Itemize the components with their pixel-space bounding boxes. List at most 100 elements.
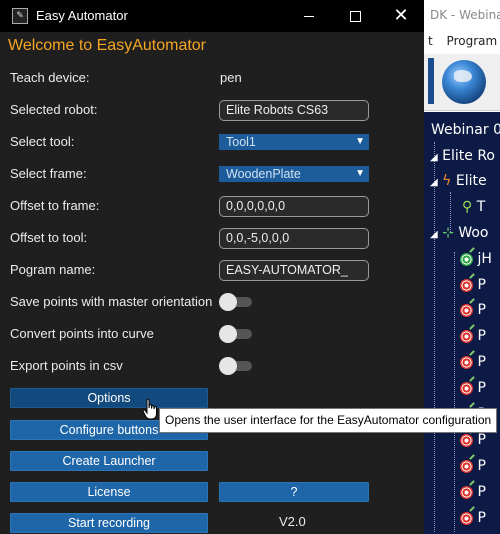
maximize-button[interactable] [332, 0, 378, 32]
tree-target[interactable]: P [460, 380, 486, 396]
version-label: V2.0 [279, 514, 306, 529]
tree-target[interactable]: P [460, 302, 486, 318]
tree-label: P [477, 432, 486, 448]
frame-select-value: WoodenPlate [226, 167, 301, 181]
tree-robot[interactable]: ◢ ϟ Elite [430, 173, 487, 189]
export-csv-toggle[interactable] [219, 357, 253, 375]
tree-label: P [477, 510, 486, 526]
target-icon [460, 303, 473, 317]
tool-select[interactable]: Tool1 ▼ [219, 134, 369, 150]
easy-automator-window: ✎ Easy Automator ✕ Welcome to EasyAutoma… [0, 0, 424, 534]
background-toolbar [424, 54, 500, 111]
tree-expand-icon[interactable]: ◢ [430, 177, 438, 188]
background-robodk-window: DK - Webinar t Program Webinar 0 ◢ Elite… [424, 0, 500, 534]
toggle-knob [219, 293, 237, 311]
target-icon [460, 381, 473, 395]
tree-label: Elite Ro [442, 148, 495, 164]
tree-expand-icon[interactable]: ◢ [430, 229, 438, 240]
tree-label: P [477, 380, 486, 396]
frame-select[interactable]: WoodenPlate ▼ [219, 166, 369, 182]
tree-robot-root[interactable]: ◢ Elite Ro [430, 148, 495, 164]
tree-label: P [477, 328, 486, 344]
target-icon [460, 278, 473, 292]
target-icon [460, 485, 473, 499]
tree-frame[interactable]: ◢ ⊹ Woo [430, 225, 489, 241]
close-button[interactable]: ✕ [378, 0, 424, 32]
robot-icon: ϟ [442, 173, 452, 189]
convert-curve-label: Convert points into curve [10, 326, 154, 341]
tree-target[interactable]: P [460, 328, 486, 344]
teach-device-value: pen [220, 70, 242, 85]
tree-target[interactable]: P [460, 277, 486, 293]
station-tree: Webinar 0 ◢ Elite Ro ◢ ϟ Elite ⚲ T ◢ ⊹ W… [424, 112, 500, 534]
options-button[interactable]: Options [10, 388, 208, 408]
welcome-heading: Welcome to EasyAutomator [8, 37, 207, 54]
tree-label: P [477, 484, 486, 500]
select-tool-label: Select tool: [10, 134, 75, 149]
background-window-title: DK - Webinar [430, 8, 500, 22]
tree-station[interactable]: Webinar 0 [431, 122, 500, 138]
chevron-down-icon: ▼ [355, 168, 365, 179]
close-icon: ✕ [393, 5, 409, 26]
tree-expand-icon[interactable]: ◢ [430, 152, 438, 163]
tree-label: Woo [458, 225, 489, 241]
export-csv-label: Export points in csv [10, 358, 123, 373]
program-name-field[interactable]: EASY-AUTOMATOR_ [219, 260, 369, 281]
background-menu-program[interactable]: Program [447, 34, 498, 48]
toggle-knob [219, 357, 237, 375]
hand-cursor-icon [142, 398, 157, 420]
tool-icon: ⚲ [462, 199, 473, 215]
background-menu-item[interactable]: t [428, 34, 433, 48]
program-name-label: Pogram name: [10, 262, 96, 277]
offset-frame-field[interactable]: 0,0,0,0,0,0 [219, 196, 369, 217]
title-bar[interactable]: ✎ Easy Automator ✕ [0, 0, 424, 32]
frame-icon: ⊹ [442, 225, 454, 241]
help-button[interactable]: ? [219, 482, 369, 502]
start-recording-button[interactable]: Start recording [10, 513, 208, 533]
maximize-icon [349, 11, 361, 22]
target-icon [460, 459, 473, 473]
tree-tool[interactable]: ⚲ T [462, 199, 485, 215]
teach-device-label: Teach device: [10, 70, 90, 85]
tree-label: Elite [455, 173, 487, 189]
toggle-knob [219, 325, 237, 343]
home-target-icon [460, 252, 473, 266]
minimize-button[interactable] [286, 0, 332, 32]
tree-guide-line [434, 142, 435, 532]
tree-target[interactable]: P [460, 354, 486, 370]
tree-label: P [477, 277, 486, 293]
globe-icon[interactable] [442, 60, 486, 104]
tree-target[interactable]: P [460, 432, 486, 448]
selected-robot-field[interactable]: Elite Robots CS63 [219, 100, 369, 121]
tree-label: T [476, 199, 486, 215]
tool-select-value: Tool1 [226, 135, 256, 149]
selected-robot-label: Selected robot: [10, 102, 98, 117]
target-icon [460, 511, 473, 525]
tree-target[interactable]: jH [460, 251, 492, 267]
license-button[interactable]: License [10, 482, 208, 502]
target-icon [460, 355, 473, 369]
save-master-toggle[interactable] [219, 293, 253, 311]
tree-target[interactable]: P [460, 484, 486, 500]
convert-curve-toggle[interactable] [219, 325, 253, 343]
tree-target[interactable]: P [460, 510, 486, 526]
toolbar-separator [428, 58, 434, 104]
tree-label: P [477, 458, 486, 474]
background-menu-bar: t Program [424, 34, 500, 48]
options-tooltip: Opens the user interface for the EasyAut… [159, 408, 498, 433]
minimize-icon [304, 16, 314, 17]
target-icon [460, 329, 473, 343]
target-icon [460, 433, 473, 447]
tree-label: P [477, 354, 486, 370]
tree-target[interactable]: P [460, 458, 486, 474]
create-launcher-button[interactable]: Create Launcher [10, 451, 208, 471]
select-frame-label: Select frame: [10, 166, 87, 181]
tree-label: P [477, 302, 486, 318]
offset-tool-field[interactable]: 0,0,-5,0,0,0 [219, 228, 369, 249]
tree-guide-line [454, 252, 455, 532]
app-icon: ✎ [12, 8, 28, 24]
save-master-label: Save points with master orientation [10, 294, 213, 309]
offset-tool-label: Offset to tool: [10, 230, 88, 245]
offset-frame-label: Offset to frame: [10, 198, 100, 213]
tree-label: jH [477, 251, 492, 267]
